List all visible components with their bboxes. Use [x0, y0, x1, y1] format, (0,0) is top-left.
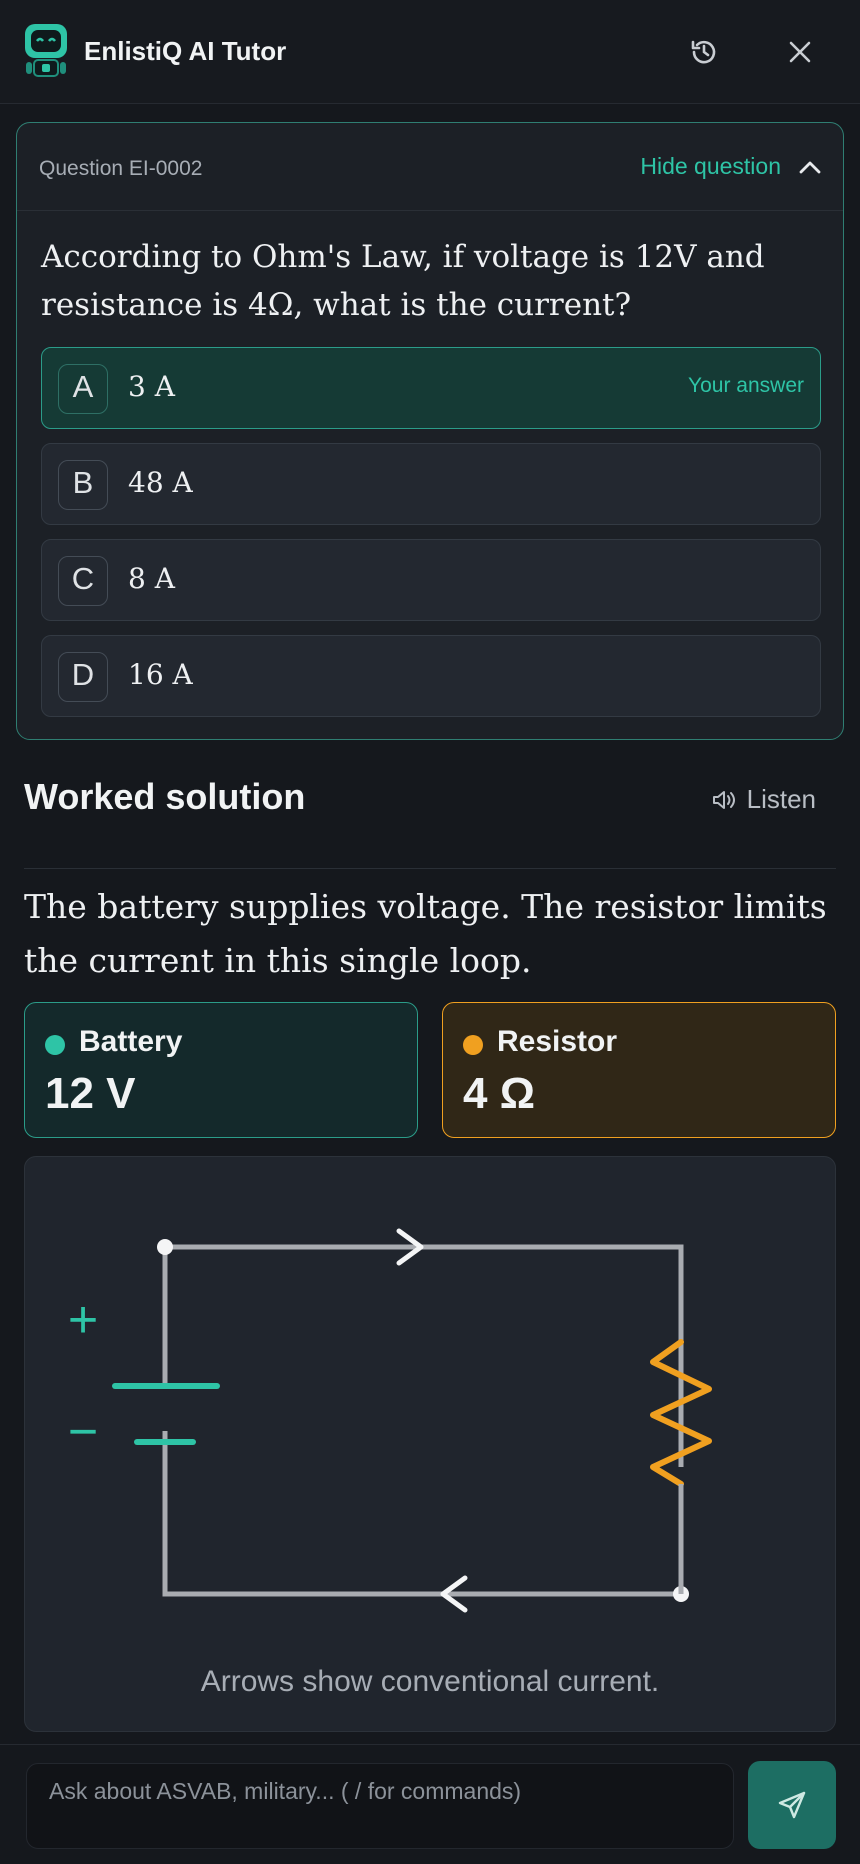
send-button[interactable]	[748, 1761, 836, 1849]
history-icon	[691, 40, 716, 64]
option-text: 48 A	[128, 466, 193, 499]
option-text: 16 A	[128, 658, 193, 691]
hide-question-label: Hide question	[640, 153, 781, 179]
close-icon	[789, 41, 811, 63]
circuit-diagram: + − Arrows show conventional current.	[24, 1156, 836, 1732]
divider	[24, 868, 836, 869]
resistor-value: 4 Ω	[463, 1069, 535, 1118]
app-title: EnlistiQ AI Tutor	[84, 36, 287, 66]
listen-label: Listen	[746, 784, 816, 814]
diagram-caption: Arrows show conventional current.	[200, 1665, 660, 1698]
resistor-card: Resistor 4 Ω	[442, 1002, 836, 1138]
history-button[interactable]	[684, 32, 724, 72]
node-top-left	[157, 1239, 173, 1255]
hide-question-toggle[interactable]: Hide question	[640, 153, 821, 180]
option-text: 8 A	[128, 562, 175, 595]
wire-bottom	[162, 1431, 681, 1597]
question-text: According to Ohm's Law, if voltage is 12…	[41, 239, 765, 323]
battery-card: Battery 12 V	[24, 1002, 418, 1138]
question-card: Question EI-0002 Hide question According…	[16, 122, 844, 740]
option-b[interactable]: B 48 A	[41, 443, 821, 525]
battery-dot	[45, 1035, 65, 1055]
option-d[interactable]: D 16 A	[41, 635, 821, 717]
plus-label: +	[68, 1291, 98, 1349]
option-letter: A	[58, 364, 108, 414]
your-answer-badge: Your answer	[688, 374, 804, 397]
option-letter: B	[58, 460, 108, 510]
solution-text: The battery supplies voltage. The resist…	[24, 887, 827, 980]
speaker-icon	[712, 790, 735, 809]
option-letter: D	[58, 652, 108, 702]
app-header: EnlistiQ AI Tutor	[0, 0, 860, 104]
close-button[interactable]	[780, 32, 820, 72]
wire-top	[165, 1244, 684, 1467]
listen-button[interactable]: Listen	[711, 784, 816, 815]
composer-bar	[0, 1744, 860, 1864]
option-a[interactable]: A 3 A Your answer	[41, 347, 821, 429]
option-c[interactable]: C 8 A	[41, 539, 821, 621]
battery-name: Battery	[79, 1025, 183, 1058]
resistor-dot	[463, 1035, 483, 1055]
chevron-up-icon	[799, 161, 821, 173]
question-header: Question EI-0002 Hide question	[17, 123, 843, 211]
robot-logo	[25, 24, 67, 77]
solution-title: Worked solution	[24, 776, 306, 817]
minus-label: −	[68, 1403, 98, 1461]
resistor-name: Resistor	[497, 1025, 618, 1058]
option-text: 3 A	[128, 370, 175, 403]
battery-value: 12 V	[45, 1069, 136, 1118]
send-icon	[778, 1791, 806, 1819]
option-letter: C	[58, 556, 108, 606]
chat-input[interactable]	[26, 1763, 734, 1849]
circuit-svg: + −	[68, 1228, 712, 1613]
question-id: Question EI-0002	[39, 157, 203, 180]
